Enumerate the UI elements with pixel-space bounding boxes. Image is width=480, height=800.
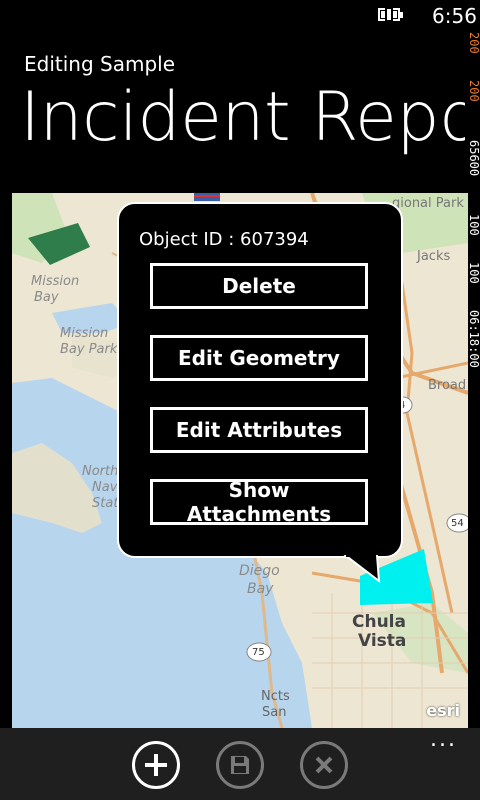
map-label: Jacks [417, 249, 451, 264]
map-label: Vista [358, 631, 407, 651]
clock: 6:56 [432, 4, 477, 28]
object-id: Object ID : 607394 [139, 229, 309, 250]
map-label: Stat [92, 496, 119, 511]
esri-logo: esri [426, 701, 460, 720]
callout-tail [343, 555, 381, 583]
map-label: Nav [92, 480, 118, 495]
cancel-button[interactable] [300, 741, 348, 789]
edit-attributes-button[interactable]: Edit Attributes [150, 407, 368, 453]
cancel-icon [315, 756, 333, 774]
map-label: 75 [252, 647, 265, 658]
delete-button[interactable]: Delete [150, 263, 368, 309]
add-button[interactable] [132, 741, 180, 789]
map-label: 54 [451, 518, 464, 529]
map-label: gional Park [392, 196, 464, 211]
debug-counter: 200 [467, 32, 480, 54]
edit-geometry-button[interactable]: Edit Geometry [150, 335, 368, 381]
map-label: Ncts [261, 689, 290, 704]
add-icon [145, 754, 167, 776]
map-label: North [82, 464, 119, 479]
more-options-icon[interactable]: ... [430, 729, 457, 751]
map-label: Bay [247, 581, 274, 597]
save-icon [231, 756, 249, 774]
save-button[interactable] [216, 741, 264, 789]
map-label: Chula [352, 612, 406, 632]
map-label: Diego [239, 563, 280, 579]
show-attachments-button[interactable]: Show Attachments [150, 478, 368, 526]
page-title: Incident Repor [20, 78, 465, 157]
object-id-value: 607394 [240, 229, 309, 250]
object-id-label: Object ID : [139, 229, 235, 250]
map-label: Mission [60, 326, 109, 341]
app-title: Editing Sample [24, 52, 176, 76]
map-label: Broad [428, 378, 467, 393]
battery-charging-icon [378, 6, 406, 23]
map-label: Bay [34, 290, 59, 305]
map-label: Mission [31, 274, 80, 289]
map-label: San [262, 705, 287, 720]
status-bar: 6:56 [0, 0, 480, 32]
map-label: Bay Park [60, 342, 118, 357]
